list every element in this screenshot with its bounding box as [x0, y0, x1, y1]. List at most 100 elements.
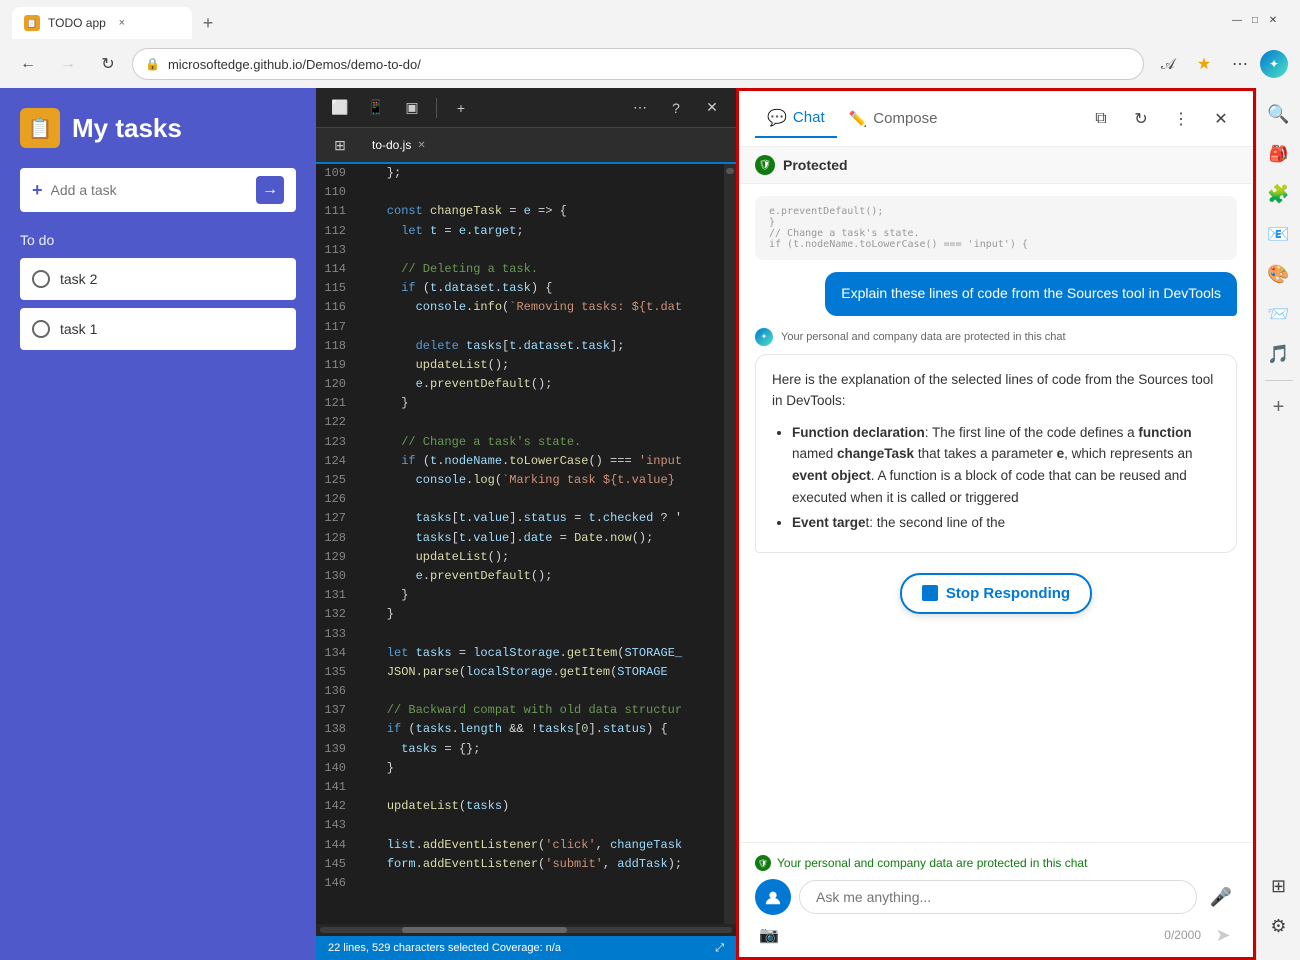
code-editor: 109 }; 110 111 const changeTask = e => {… — [316, 164, 724, 893]
ai-response-intro: Here is the explanation of the selected … — [772, 369, 1220, 412]
todo-section-label: To do — [20, 232, 296, 248]
tab-close-btn[interactable]: × — [114, 15, 130, 31]
sidebar-paint-icon[interactable]: 🎨 — [1261, 256, 1297, 292]
edge-copilot-icon[interactable]: ✦ — [1260, 50, 1288, 78]
footer-shield-icon: 🛡 — [755, 855, 771, 871]
chat-messages[interactable]: e.preventDefault(); } // Change a task's… — [739, 184, 1253, 842]
close-btn[interactable]: ✕ — [1266, 13, 1280, 27]
chat-content: 💬 Chat ✏️ Compose ⧉ ↻ ⋮ ✕ — [739, 91, 1253, 957]
devtools-panel: ⬜ 📱 ▣ + ⋯ ? ✕ ⊞ to-do.js ✕ — [316, 88, 736, 960]
sidebar-gear-icon[interactable]: ⚙ — [1261, 908, 1297, 944]
char-count: 0/2000 — [1164, 928, 1201, 942]
compose-tab-label: Compose — [873, 110, 937, 127]
todo-panel: 📋 My tasks + → To do task 2 task 1 — [0, 88, 316, 960]
send-btn[interactable]: ➤ — [1209, 921, 1237, 949]
compose-tab[interactable]: ✏️ Compose — [837, 102, 950, 136]
sidebar-bag-icon[interactable]: 🎒 — [1261, 136, 1297, 172]
back-btn[interactable]: ← — [12, 48, 44, 80]
task-item[interactable]: task 1 — [20, 308, 296, 350]
chat-more-icon[interactable]: ⋮ — [1165, 103, 1197, 135]
chat-icon: 💬 — [767, 108, 787, 128]
refresh-chat-icon[interactable]: ↻ — [1125, 103, 1157, 135]
devtools-expand-icon[interactable]: ⤢ — [715, 942, 724, 954]
file-tab-label: to-do.js — [372, 138, 411, 152]
minimize-btn[interactable]: — — [1230, 13, 1244, 27]
devtools-help-icon[interactable]: ? — [660, 92, 692, 124]
mic-icon[interactable]: 🎤 — [1205, 881, 1237, 913]
devtools-device-icon[interactable]: 📱 — [360, 92, 392, 124]
compose-icon: ✏️ — [849, 110, 868, 128]
sidebar-separator — [1265, 380, 1293, 381]
address-bar-row: ← → ↻ 🔒 microsoftedge.github.io/Demos/de… — [0, 40, 1300, 88]
camera-btn[interactable]: 📷 — [755, 921, 783, 949]
chat-tab[interactable]: 💬 Chat — [755, 100, 837, 138]
add-task-plus-icon: + — [32, 180, 43, 201]
lock-icon: 🔒 — [145, 57, 160, 71]
code-editor-area: 109 }; 110 111 const changeTask = e => {… — [316, 164, 736, 924]
open-in-new-icon[interactable]: ⧉ — [1085, 103, 1117, 135]
sidebar-plus-icon[interactable]: + — [1261, 389, 1297, 425]
devtools-file-tabs: ⊞ to-do.js ✕ — [316, 128, 736, 164]
horizontal-scrollbar[interactable] — [316, 924, 736, 936]
footer-protected-text: Your personal and company data are prote… — [777, 856, 1087, 870]
sidebar-bottom: ⊞ ⚙ — [1261, 868, 1297, 952]
close-chat-icon[interactable]: ✕ — [1205, 103, 1237, 135]
ai-bullet-2: Event target: the second line of the — [792, 512, 1220, 534]
protected-label: Protected — [783, 157, 848, 173]
more-icon[interactable]: ⋯ — [1224, 48, 1256, 80]
stop-btn-label: Stop Responding — [946, 585, 1070, 602]
add-task-bar[interactable]: + → — [20, 168, 296, 212]
task-item[interactable]: task 2 — [20, 258, 296, 300]
chat-tab-label: Chat — [793, 109, 825, 126]
new-chat-btn[interactable] — [755, 879, 791, 915]
task-checkbox[interactable] — [32, 320, 50, 338]
sidebar-outlook-icon[interactable]: 📧 — [1261, 216, 1297, 252]
task-checkbox[interactable] — [32, 270, 50, 288]
ai-response-bullets: Function declaration: The first line of … — [792, 422, 1220, 534]
file-tab-close-icon[interactable]: ✕ — [417, 140, 425, 151]
code-content[interactable]: 109 }; 110 111 const changeTask = e => {… — [316, 164, 724, 893]
sidebar-search-icon[interactable]: 🔍 — [1261, 96, 1297, 132]
devtools-close-icon[interactable]: ✕ — [696, 92, 728, 124]
stop-icon — [922, 585, 938, 601]
title-bar: 📋 TODO app × + — □ ✕ — [0, 0, 1300, 40]
url-text: microsoftedge.github.io/Demos/demo-to-do… — [168, 57, 421, 72]
stop-responding-area: Stop Responding — [755, 565, 1237, 622]
devtools-active-file-tab[interactable]: to-do.js ✕ — [364, 134, 434, 156]
devtools-sidebar-icon[interactable]: ▣ — [396, 92, 428, 124]
sidebar: 🔍 🎒 🧩 📧 🎨 📨 🎵 + ⊞ ⚙ — [1256, 88, 1300, 960]
vertical-scrollbar[interactable] — [724, 164, 736, 924]
sidebar-music-icon[interactable]: 🎵 — [1261, 336, 1297, 372]
stop-responding-btn[interactable]: Stop Responding — [900, 573, 1092, 614]
sidebar-puzzle-icon[interactable]: 🧩 — [1261, 176, 1297, 212]
devtools-toolbar: ⬜ 📱 ▣ + ⋯ ? ✕ — [316, 88, 736, 128]
devtools-inspector-icon[interactable]: ⬜ — [324, 92, 356, 124]
browser-tab[interactable]: 📋 TODO app × — [12, 7, 192, 39]
todo-app-icon: 📋 — [20, 108, 60, 148]
ai-badge: ✦ Your personal and company data are pro… — [755, 328, 1237, 346]
address-box[interactable]: 🔒 microsoftedge.github.io/Demos/demo-to-… — [132, 48, 1144, 80]
forward-btn[interactable]: → — [52, 48, 84, 80]
ai-badge-text: Your personal and company data are prote… — [781, 331, 1066, 343]
refresh-btn[interactable]: ↻ — [92, 48, 124, 80]
browser-frame: 📋 TODO app × + — □ ✕ ← → ↻ 🔒 microsofted… — [0, 0, 1300, 960]
maximize-btn[interactable]: □ — [1248, 13, 1262, 27]
ai-bullet-1: Function declaration: The first line of … — [792, 422, 1220, 508]
ai-copilot-icon: ✦ — [755, 328, 773, 346]
new-tab-btn[interactable]: + — [192, 7, 224, 39]
add-task-input[interactable] — [51, 182, 248, 198]
chat-input[interactable] — [799, 880, 1197, 914]
devtools-add-icon[interactable]: + — [445, 92, 477, 124]
devtools-status-bar: 22 lines, 529 characters selected Covera… — [316, 936, 736, 960]
favorites-icon[interactable]: ★ — [1188, 48, 1220, 80]
sidebar-grid-icon[interactable]: ⊞ — [1261, 868, 1297, 904]
code-main: 109 }; 110 111 const changeTask = e => {… — [316, 164, 724, 924]
add-task-submit-btn[interactable]: → — [256, 176, 284, 204]
devtools-more-icon[interactable]: ⋯ — [624, 92, 656, 124]
read-aloud-icon[interactable]: 𝒜 — [1152, 48, 1184, 80]
devtools-filetab-toggle[interactable]: ⊞ — [324, 129, 356, 161]
sidebar-send-icon[interactable]: 📨 — [1261, 296, 1297, 332]
tab-favicon: 📋 — [24, 15, 40, 31]
tab-title: TODO app — [48, 16, 106, 30]
todo-header: 📋 My tasks — [20, 108, 296, 148]
